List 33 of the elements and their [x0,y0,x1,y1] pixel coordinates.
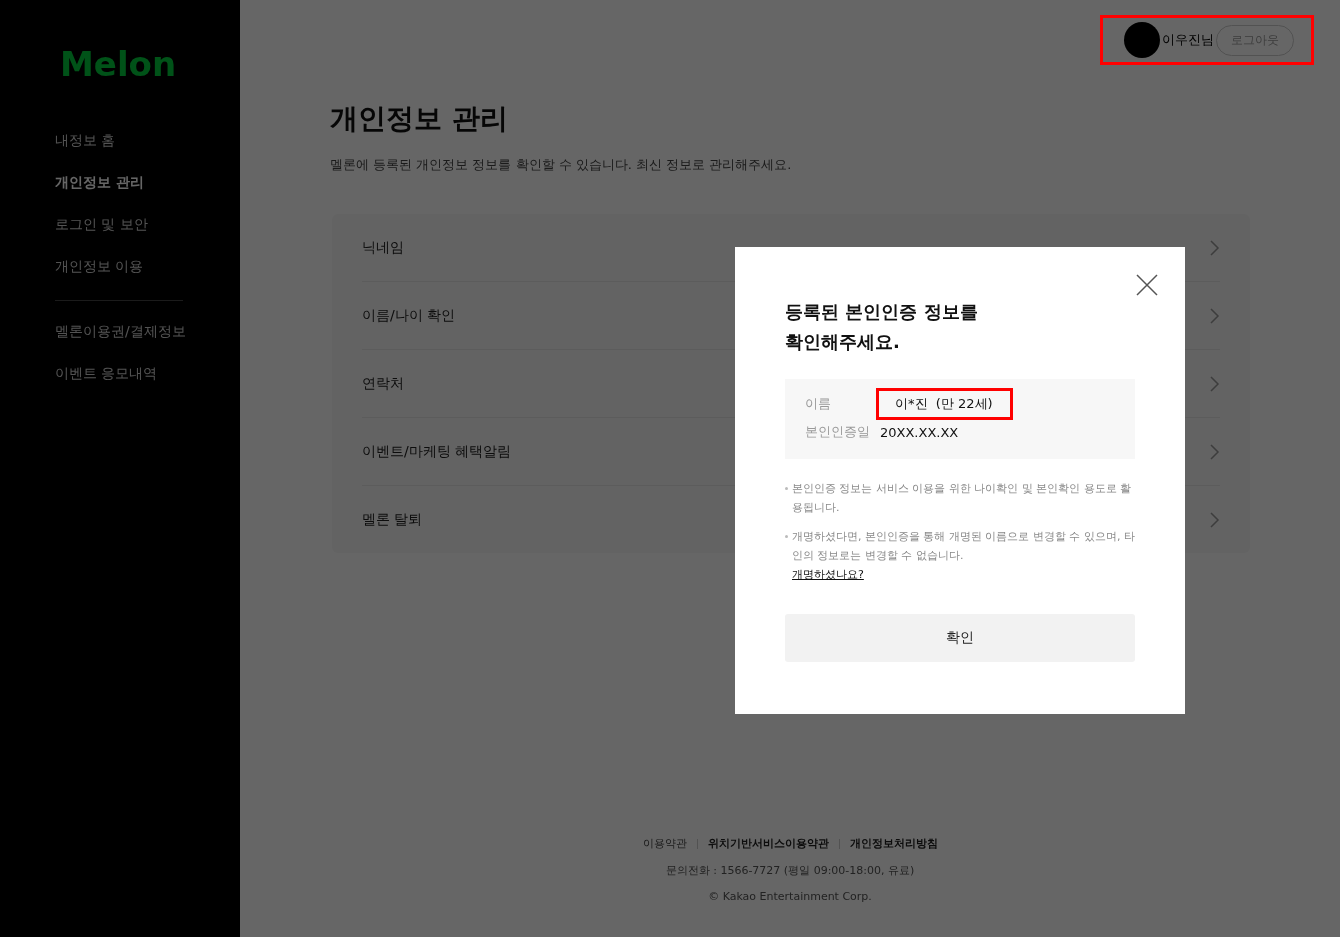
rename-link[interactable]: 개명하셨나요? [792,568,864,581]
note-text: 본인인증 정보는 서비스 이용을 위한 나이확인 및 본인확인 용도로 활용됩니다. [792,482,1132,514]
bullet-icon [785,535,788,538]
page-title: 개인정보 관리 [330,101,509,137]
page-description: 멜론에 등록된 개인정보 정보를 확인할 수 있습니다. 최신 정보로 관리해주세요. [330,156,793,174]
info-value: 20XX.XX.XX [880,424,959,440]
footer-link[interactable]: 개인정보처리방침 [849,836,938,851]
info-value: 이*진 (만 22세) [880,395,993,413]
footer-link[interactable]: 이용약관 [642,836,687,851]
sidebar-item[interactable]: 멜론이용권/결제정보 [55,311,185,353]
avatar [1124,22,1160,58]
sidebar-item[interactable]: 내정보 홈 [55,120,185,162]
chevron-right-icon [1210,511,1220,528]
info-label: 본인인증일 [805,423,871,441]
settings-row[interactable]: 닉네임 [362,214,1220,281]
info-label: 이름 [805,395,832,413]
melon-logo[interactable]: Melon [60,44,177,84]
footer-link[interactable]: 위치기반서비스이용약관 [707,836,829,851]
bullet-icon [785,487,788,490]
copyright: © Kakao Entertainment Corp. [708,890,872,903]
chevron-right-icon [1210,239,1220,256]
user-name: 이우진님 [1162,31,1214,49]
close-icon[interactable] [1135,273,1159,297]
chevron-right-icon [1210,375,1220,392]
note-text: 개명하셨다면, 본인인증을 통해 개명된 이름으로 변경할 수 있으며, 타인의 정보로는 변경할 수 없습니다. [792,530,1135,562]
sidebar-item[interactable]: 개인정보 이용 [55,246,185,288]
sidebar-item[interactable]: 이벤트 응모내역 [55,353,185,395]
chevron-right-icon [1210,443,1220,460]
chevron-right-icon [1210,307,1220,324]
sidebar-item[interactable]: 로그인 및 보안 [55,204,185,246]
confirm-button[interactable]: 확인 [785,614,1135,662]
sidebar-item[interactable]: 개인정보 관리 [55,162,185,204]
contact-info: 문의전화 : 1566-7727 (평일 09:00-18:00, 유료) [665,863,915,878]
